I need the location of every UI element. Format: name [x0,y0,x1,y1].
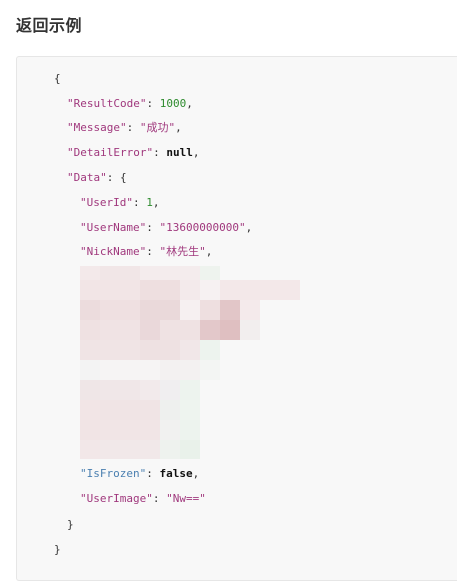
json-string-value: "Nw==" [166,492,206,505]
json-key: "IsFrozen" [80,467,147,480]
code-line-is-frozen: "IsFrozen": false, [80,467,200,480]
data-open-brace: { [120,171,127,184]
code-line-data-close: } [67,518,74,532]
json-null-value: null [166,146,193,159]
json-key: "UserId" [80,196,133,209]
code-line-user-id: "UserId": 1, [80,196,160,209]
redacted-mosaic [80,266,300,459]
json-key: "ResultCode" [67,97,147,110]
code-line-open-brace: { [54,72,61,86]
json-key: "NickName" [80,245,147,258]
code-line-close-brace: } [54,543,61,557]
code-line-user-image: "UserImage": "Nw==" [80,492,206,505]
json-number-value: 1000 [159,97,187,110]
code-line-user-name: "UserName": "13600000000", [80,221,253,234]
json-key: "UserName" [80,221,147,234]
json-key: "Data" [67,171,107,184]
json-key: "DetailError" [67,146,154,159]
json-key: "Message" [67,121,127,134]
code-line-detail-error: "DetailError": null, [67,146,200,159]
json-boolean-value: false [159,467,193,480]
json-string-value: "成功" [139,121,176,134]
code-line-result-code: "ResultCode": 1000, [67,97,193,110]
open-brace: { [54,72,61,85]
json-key: "UserImage" [80,492,153,505]
json-string-value: "13600000000" [159,221,246,234]
json-number-value: 1 [146,196,153,209]
code-line-nick-name: "NickName": "林先生", [80,245,213,258]
code-line-message: "Message": "成功", [67,121,182,134]
close-brace: } [54,543,61,556]
json-string-value: "林先生" [159,245,206,258]
code-line-data: "Data": { [67,171,127,184]
data-close-brace: } [67,518,74,531]
section-title: 返回示例 [16,16,83,35]
